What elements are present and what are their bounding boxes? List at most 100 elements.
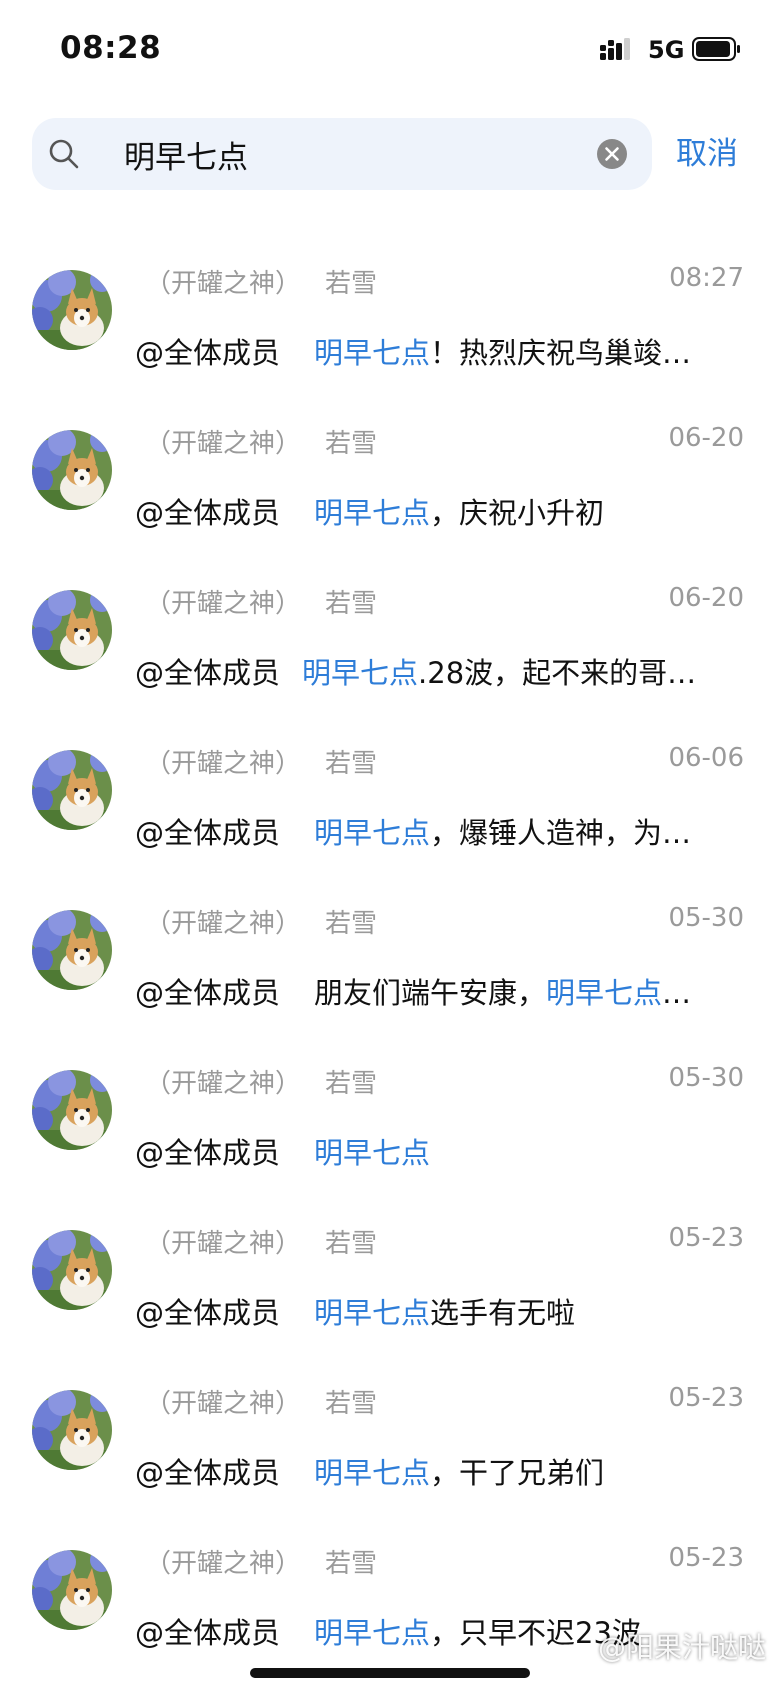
result-item[interactable]: （开罐之神） 若雪 05-30 @全体成员 朋友们端午安康，明早七点… xyxy=(0,890,780,1050)
battery-icon xyxy=(692,37,740,61)
message-text-after: ，庆祝小升初 xyxy=(430,496,605,530)
message-text-after: ，干了兄弟们 xyxy=(430,1456,605,1490)
message-text-after: … xyxy=(662,976,692,1010)
status-bar: 08:28 5G xyxy=(0,0,780,100)
result-item[interactable]: （开罐之神） 若雪 06-20 @全体成员 明早七点.28波，起不来的哥… xyxy=(0,570,780,730)
sender-name: 若雪 xyxy=(325,589,378,619)
group-label: （开罐之神） xyxy=(145,429,302,459)
group-label: （开罐之神） xyxy=(145,1549,302,1579)
result-item[interactable]: （开罐之神） 若雪 08:27 @全体成员 明早七点！热烈庆祝鸟巢竣… xyxy=(0,250,780,410)
message-text-before: 朋友们端午安康， xyxy=(314,976,547,1010)
search-highlight: 明早七点 xyxy=(314,1616,431,1650)
mention-all: @全体成员 xyxy=(135,336,281,370)
signal-icon xyxy=(600,38,630,60)
avatar xyxy=(32,1230,112,1310)
sender-name: 若雪 xyxy=(325,1389,378,1419)
message-text-after: ，爆锤人造神，为… xyxy=(430,816,692,850)
mention-all: @全体成员 xyxy=(135,496,281,530)
message-time: 06-06 xyxy=(668,743,744,773)
mention-all: @全体成员 xyxy=(135,1616,281,1650)
corgi-hydrangea-avatar-icon xyxy=(32,590,112,670)
mention-all: @全体成员 xyxy=(135,1296,281,1330)
result-item[interactable]: （开罐之神） 若雪 05-30 @全体成员 明早七点 xyxy=(0,1050,780,1210)
result-item[interactable]: （开罐之神） 若雪 05-23 @全体成员 明早七点选手有无啦 xyxy=(0,1210,780,1370)
home-indicator[interactable] xyxy=(250,1668,530,1678)
search-input[interactable] xyxy=(92,118,612,190)
message-preview: @全体成员 明早七点.28波，起不来的哥… xyxy=(135,650,745,692)
search-highlight: 明早七点 xyxy=(314,336,431,370)
mention-all: @全体成员 xyxy=(135,656,281,690)
message-preview: @全体成员 明早七点，干了兄弟们 xyxy=(135,1450,745,1492)
group-label: （开罐之神） xyxy=(145,909,302,939)
sender-line: （开罐之神） 若雪 xyxy=(145,1543,377,1580)
message-text-after: 选手有无啦 xyxy=(430,1296,576,1330)
sender-name: 若雪 xyxy=(325,1549,378,1579)
group-label: （开罐之神） xyxy=(145,1389,302,1419)
avatar xyxy=(32,1550,112,1630)
message-time: 05-30 xyxy=(668,903,744,933)
status-time: 08:28 xyxy=(60,30,162,66)
search-highlight: 明早七点 xyxy=(314,816,431,850)
avatar xyxy=(32,1070,112,1150)
mention-all: @全体成员 xyxy=(135,816,281,850)
cancel-button[interactable]: 取消 xyxy=(676,118,738,190)
search-highlight: 明早七点 xyxy=(314,1136,431,1170)
message-time: 08:27 xyxy=(669,263,744,293)
group-label: （开罐之神） xyxy=(145,269,302,299)
message-time: 05-23 xyxy=(668,1223,744,1253)
mention-all: @全体成员 xyxy=(135,1136,281,1170)
avatar xyxy=(32,910,112,990)
sender-line: （开罐之神） 若雪 xyxy=(145,583,377,620)
corgi-hydrangea-avatar-icon xyxy=(32,1390,112,1470)
avatar xyxy=(32,1390,112,1470)
group-label: （开罐之神） xyxy=(145,1069,302,1099)
avatar xyxy=(32,750,112,830)
message-time: 05-23 xyxy=(668,1383,744,1413)
avatar xyxy=(32,590,112,670)
search-highlight: 明早七点 xyxy=(302,656,419,690)
message-preview: @全体成员 朋友们端午安康，明早七点… xyxy=(135,970,745,1012)
sender-line: （开罐之神） 若雪 xyxy=(145,903,377,940)
message-time: 06-20 xyxy=(668,423,744,453)
sender-name: 若雪 xyxy=(325,1069,378,1099)
sender-line: （开罐之神） 若雪 xyxy=(145,423,377,460)
sender-line: （开罐之神） 若雪 xyxy=(145,743,377,780)
group-label: （开罐之神） xyxy=(145,749,302,779)
sender-line: （开罐之神） 若雪 xyxy=(145,1223,377,1260)
mention-all: @全体成员 xyxy=(135,976,281,1010)
corgi-hydrangea-avatar-icon xyxy=(32,1550,112,1630)
message-preview: @全体成员 明早七点，爆锤人造神，为… xyxy=(135,810,745,852)
message-preview: @全体成员 明早七点 xyxy=(135,1130,745,1172)
group-label: （开罐之神） xyxy=(145,589,302,619)
search-row: 取消 xyxy=(0,118,780,192)
sender-name: 若雪 xyxy=(325,1229,378,1259)
message-text-after: .28波，起不来的哥… xyxy=(418,656,697,690)
search-highlight: 明早七点 xyxy=(314,496,431,530)
mention-all: @全体成员 xyxy=(135,1456,281,1490)
sender-line: （开罐之神） 若雪 xyxy=(145,263,377,300)
avatar xyxy=(32,430,112,510)
sender-name: 若雪 xyxy=(325,429,378,459)
search-highlight: 明早七点 xyxy=(314,1456,431,1490)
result-item[interactable]: （开罐之神） 若雪 06-06 @全体成员 明早七点，爆锤人造神，为… xyxy=(0,730,780,890)
result-item[interactable]: （开罐之神） 若雪 06-20 @全体成员 明早七点，庆祝小升初 xyxy=(0,410,780,570)
message-time: 06-20 xyxy=(668,583,744,613)
group-label: （开罐之神） xyxy=(145,1229,302,1259)
result-item[interactable]: （开罐之神） 若雪 05-23 @全体成员 明早七点，干了兄弟们 xyxy=(0,1370,780,1530)
message-time: 05-30 xyxy=(668,1063,744,1093)
clear-icon[interactable] xyxy=(596,138,628,170)
search-box[interactable] xyxy=(32,118,652,190)
result-item[interactable]: （开罐之神） 若雪 05-23 @全体成员 明早七点，只早不迟23波 xyxy=(0,1530,780,1690)
sender-name: 若雪 xyxy=(325,749,378,779)
search-highlight: 明早七点 xyxy=(314,1296,431,1330)
message-time: 05-23 xyxy=(668,1543,744,1573)
search-icon xyxy=(49,139,79,169)
search-results-list: （开罐之神） 若雪 08:27 @全体成员 明早七点！热烈庆祝鸟巢竣… （开罐之… xyxy=(0,250,780,1690)
message-preview: @全体成员 明早七点选手有无啦 xyxy=(135,1290,745,1332)
message-preview: @全体成员 明早七点，庆祝小升初 xyxy=(135,490,745,532)
message-text-after: ！热烈庆祝鸟巢竣… xyxy=(430,336,692,370)
sender-line: （开罐之神） 若雪 xyxy=(145,1063,377,1100)
network-label: 5G xyxy=(648,36,685,64)
sender-name: 若雪 xyxy=(325,909,378,939)
search-highlight: 明早七点 xyxy=(546,976,663,1010)
